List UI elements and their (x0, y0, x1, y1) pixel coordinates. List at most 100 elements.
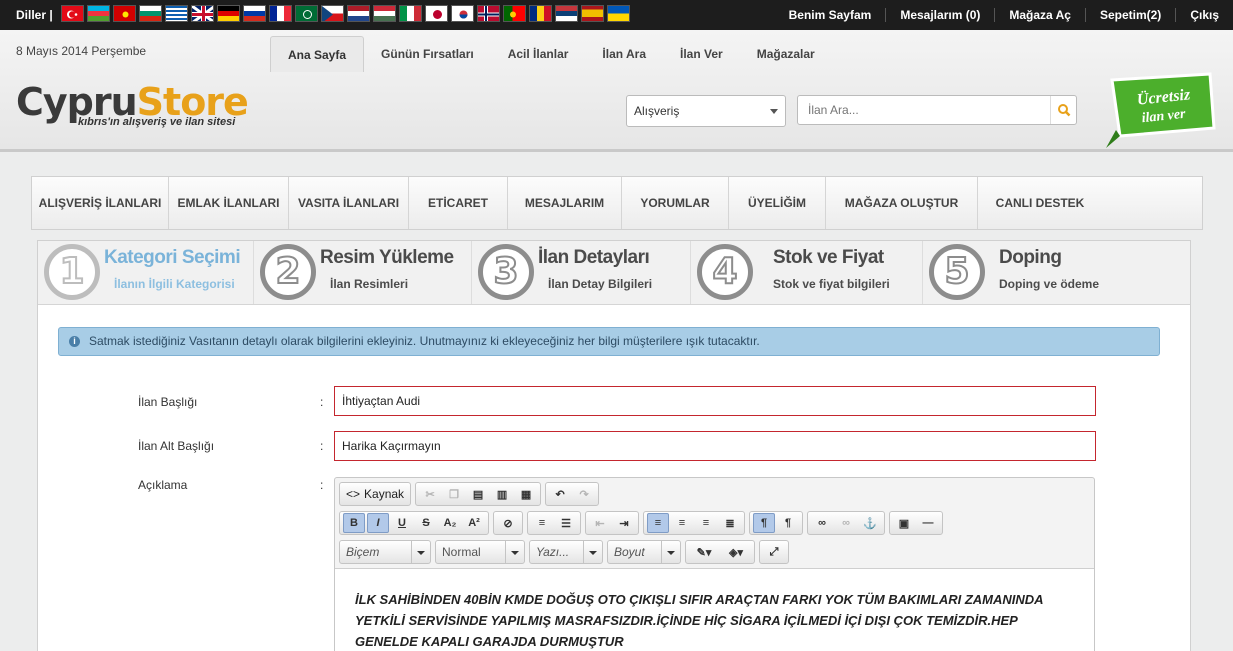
cart-link[interactable]: Sepetim(2) (1084, 8, 1175, 22)
free-ad-badge[interactable]: Ücretsiz ilan ver (1098, 72, 1216, 150)
subtitle-input[interactable]: Harika Kaçırmayın (334, 431, 1096, 461)
flag-ru-icon[interactable] (243, 5, 266, 22)
text-color-icon[interactable]: ✎▾ (689, 542, 719, 562)
anchor-icon[interactable]: ⚓ (859, 513, 881, 533)
underline-button[interactable]: U (391, 513, 413, 533)
bulleted-list-icon[interactable]: ☰ (555, 513, 577, 533)
image-icon[interactable]: ▣ (893, 513, 915, 533)
nav-live-support[interactable]: CANLI DESTEK (978, 177, 1102, 229)
flag-mk-icon[interactable] (113, 5, 136, 22)
open-store-link[interactable]: Mağaza Aç (994, 8, 1085, 22)
ltr-icon[interactable]: ¶ (753, 513, 775, 533)
paste-word-icon[interactable]: ▦ (515, 484, 537, 504)
my-page-link[interactable]: Benim Sayfam (775, 8, 886, 22)
flag-fr-icon[interactable] (269, 5, 292, 22)
tab-post-ad[interactable]: İlan Ver (663, 36, 740, 72)
flag-jp-icon[interactable] (425, 5, 448, 22)
flag-ua-icon[interactable] (607, 5, 630, 22)
tab-daily-deals[interactable]: Günün Fırsatları (364, 36, 491, 72)
numbered-list-icon[interactable]: ≡ (531, 513, 553, 533)
background-color-icon[interactable]: ◈▾ (721, 542, 751, 562)
size-combo[interactable]: Boyut (607, 540, 681, 564)
remove-format-icon[interactable]: ⊘ (497, 513, 519, 533)
undo-icon[interactable]: ↶ (549, 484, 571, 504)
cut-icon[interactable]: ✂ (419, 484, 441, 504)
format-combo[interactable]: Normal (435, 540, 525, 564)
flag-rs-icon[interactable] (555, 5, 578, 22)
nav-messages[interactable]: MESAJLARIM (508, 177, 622, 229)
align-right-icon[interactable]: ≡ (695, 513, 717, 533)
flag-ro-icon[interactable] (529, 5, 552, 22)
indent-group: ⇤ ⇥ (585, 511, 639, 535)
step-4[interactable]: 4 Stok ve Fiyat Stok ve fiyat bilgileri (691, 241, 923, 304)
strike-button[interactable]: S (415, 513, 437, 533)
step-3[interactable]: 3 İlan Detayları İlan Detay Bilgileri (472, 241, 691, 304)
flag-es-icon[interactable] (581, 5, 604, 22)
flag-bg-icon[interactable] (139, 5, 162, 22)
flag-no-icon[interactable] (477, 5, 500, 22)
italic-button[interactable]: I (367, 513, 389, 533)
flag-hu-icon[interactable] (373, 5, 396, 22)
logout-link[interactable]: Çıkış (1175, 8, 1233, 22)
font-combo[interactable]: Yazı... (529, 540, 603, 564)
paste-icon[interactable]: ▤ (467, 484, 489, 504)
flag-cz-icon[interactable] (321, 5, 344, 22)
flag-kr-icon[interactable] (451, 5, 474, 22)
nav-real-estate-ads[interactable]: EMLAK İLANLARI (169, 177, 289, 229)
flag-gr-icon[interactable] (165, 5, 188, 22)
bold-button[interactable]: B (343, 513, 365, 533)
tab-urgent-ads[interactable]: Acil İlanlar (491, 36, 586, 72)
flag-nl-icon[interactable] (347, 5, 370, 22)
tab-stores[interactable]: Mağazalar (740, 36, 832, 72)
nav-ecommerce[interactable]: ETİCARET (409, 177, 508, 229)
step-2[interactable]: 2 Resim Yükleme İlan Resimleri (254, 241, 472, 304)
align-justify-icon[interactable]: ≣ (719, 513, 741, 533)
nav-reviews[interactable]: YORUMLAR (622, 177, 729, 229)
link-icon[interactable]: ∞ (811, 513, 833, 533)
redo-icon[interactable]: ↷ (573, 484, 595, 504)
superscript-button[interactable]: A² (463, 513, 485, 533)
flag-pt-icon[interactable] (503, 5, 526, 22)
flag-it-icon[interactable] (399, 5, 422, 22)
search-input[interactable] (798, 96, 1048, 124)
rtl-icon[interactable]: ¶ (777, 513, 799, 533)
maximize-icon[interactable]: ⤢ (763, 542, 785, 562)
flag-de-icon[interactable] (217, 5, 240, 22)
flag-sa-icon[interactable] (295, 5, 318, 22)
tab-home[interactable]: Ana Sayfa (270, 36, 365, 72)
paste-text-icon[interactable]: ▥ (491, 484, 513, 504)
align-left-icon[interactable]: ≡ (647, 513, 669, 533)
step-5[interactable]: 5 Doping Doping ve ödeme (923, 241, 1190, 304)
search-button[interactable] (1050, 96, 1076, 124)
flag-gb-icon[interactable] (191, 5, 214, 22)
flag-az-icon[interactable] (87, 5, 110, 22)
unlink-icon[interactable]: ∞ (835, 513, 857, 533)
horizontal-rule-icon[interactable]: — (917, 513, 939, 533)
nav-create-store[interactable]: MAĞAZA OLUŞTUR (826, 177, 978, 229)
step-1[interactable]: 1 Kategori Seçimi İlanın İlgili Kategori… (38, 241, 254, 304)
indent-icon[interactable]: ⇥ (613, 513, 635, 533)
nav-membership[interactable]: ÜYELİĞİM (729, 177, 826, 229)
color-group: ✎▾ ◈▾ (685, 540, 755, 564)
step-subtitle: Doping ve ödeme (999, 277, 1100, 291)
step-number-icon: 4 (697, 244, 753, 300)
styles-combo[interactable]: Biçem (339, 540, 431, 564)
tab-search-ads[interactable]: İlan Ara (585, 36, 663, 72)
category-select-value: Alışveriş (634, 104, 680, 118)
nav-shopping-ads[interactable]: ALIŞVERİŞ İLANLARI (32, 177, 169, 229)
align-center-icon[interactable]: ≡ (671, 513, 693, 533)
chevron-down-icon (412, 541, 430, 563)
subscript-button[interactable]: A₂ (439, 513, 461, 533)
outdent-icon[interactable]: ⇤ (589, 513, 611, 533)
site-logo[interactable]: CypruStore kıbrıs'ın alışveriş ve ilan s… (16, 82, 266, 128)
copy-icon[interactable]: ❐ (443, 484, 465, 504)
editor-content[interactable]: İLK SAHİBİNDEN 40BİN KMDE DOĞUŞ OTO ÇIKI… (335, 568, 1094, 651)
direction-group: ¶ ¶ (749, 511, 803, 535)
title-input[interactable]: İhtiyaçtan Audi (334, 386, 1096, 416)
messages-link[interactable]: Mesajlarım (0) (885, 8, 994, 22)
chevron-down-icon (662, 541, 680, 563)
source-button[interactable]: <> Kaynak (343, 484, 407, 504)
flag-tr-icon[interactable] (61, 5, 84, 22)
nav-vehicle-ads[interactable]: VASITA İLANLARI (289, 177, 409, 229)
category-select[interactable]: Alışveriş (626, 95, 786, 127)
